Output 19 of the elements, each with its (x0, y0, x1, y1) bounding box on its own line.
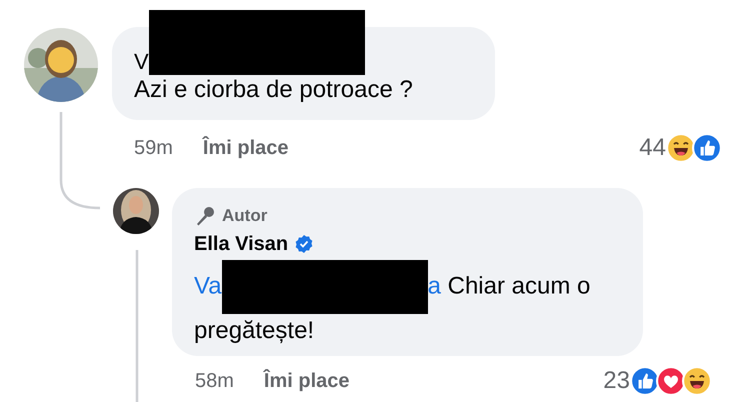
timestamp: 58m (195, 369, 234, 394)
like-link[interactable]: Îmi place (202, 135, 289, 161)
comment-text: Azi e ciorba de potroace ? (134, 75, 414, 105)
microphone-icon (194, 205, 216, 227)
mention-link[interactable]: Va (194, 272, 222, 300)
like-link[interactable]: Îmi place (264, 368, 350, 394)
author-name[interactable]: Ella Visan (194, 232, 288, 256)
reaction-count[interactable]: 44 (639, 135, 666, 161)
mention-link[interactable]: a (428, 272, 441, 300)
reaction-count[interactable]: 23 (603, 368, 630, 394)
comment-text: pregătește! (194, 317, 314, 344)
like-icon (630, 366, 660, 396)
comment-text: Chiar acum o (448, 272, 590, 300)
author-label: Autor (222, 206, 268, 226)
timestamp: 59m (134, 136, 173, 161)
laughing-emoji-icon (682, 366, 712, 396)
laughing-emoji-icon (666, 133, 696, 163)
author-name[interactable]: V (134, 49, 149, 75)
like-icon (692, 133, 722, 163)
